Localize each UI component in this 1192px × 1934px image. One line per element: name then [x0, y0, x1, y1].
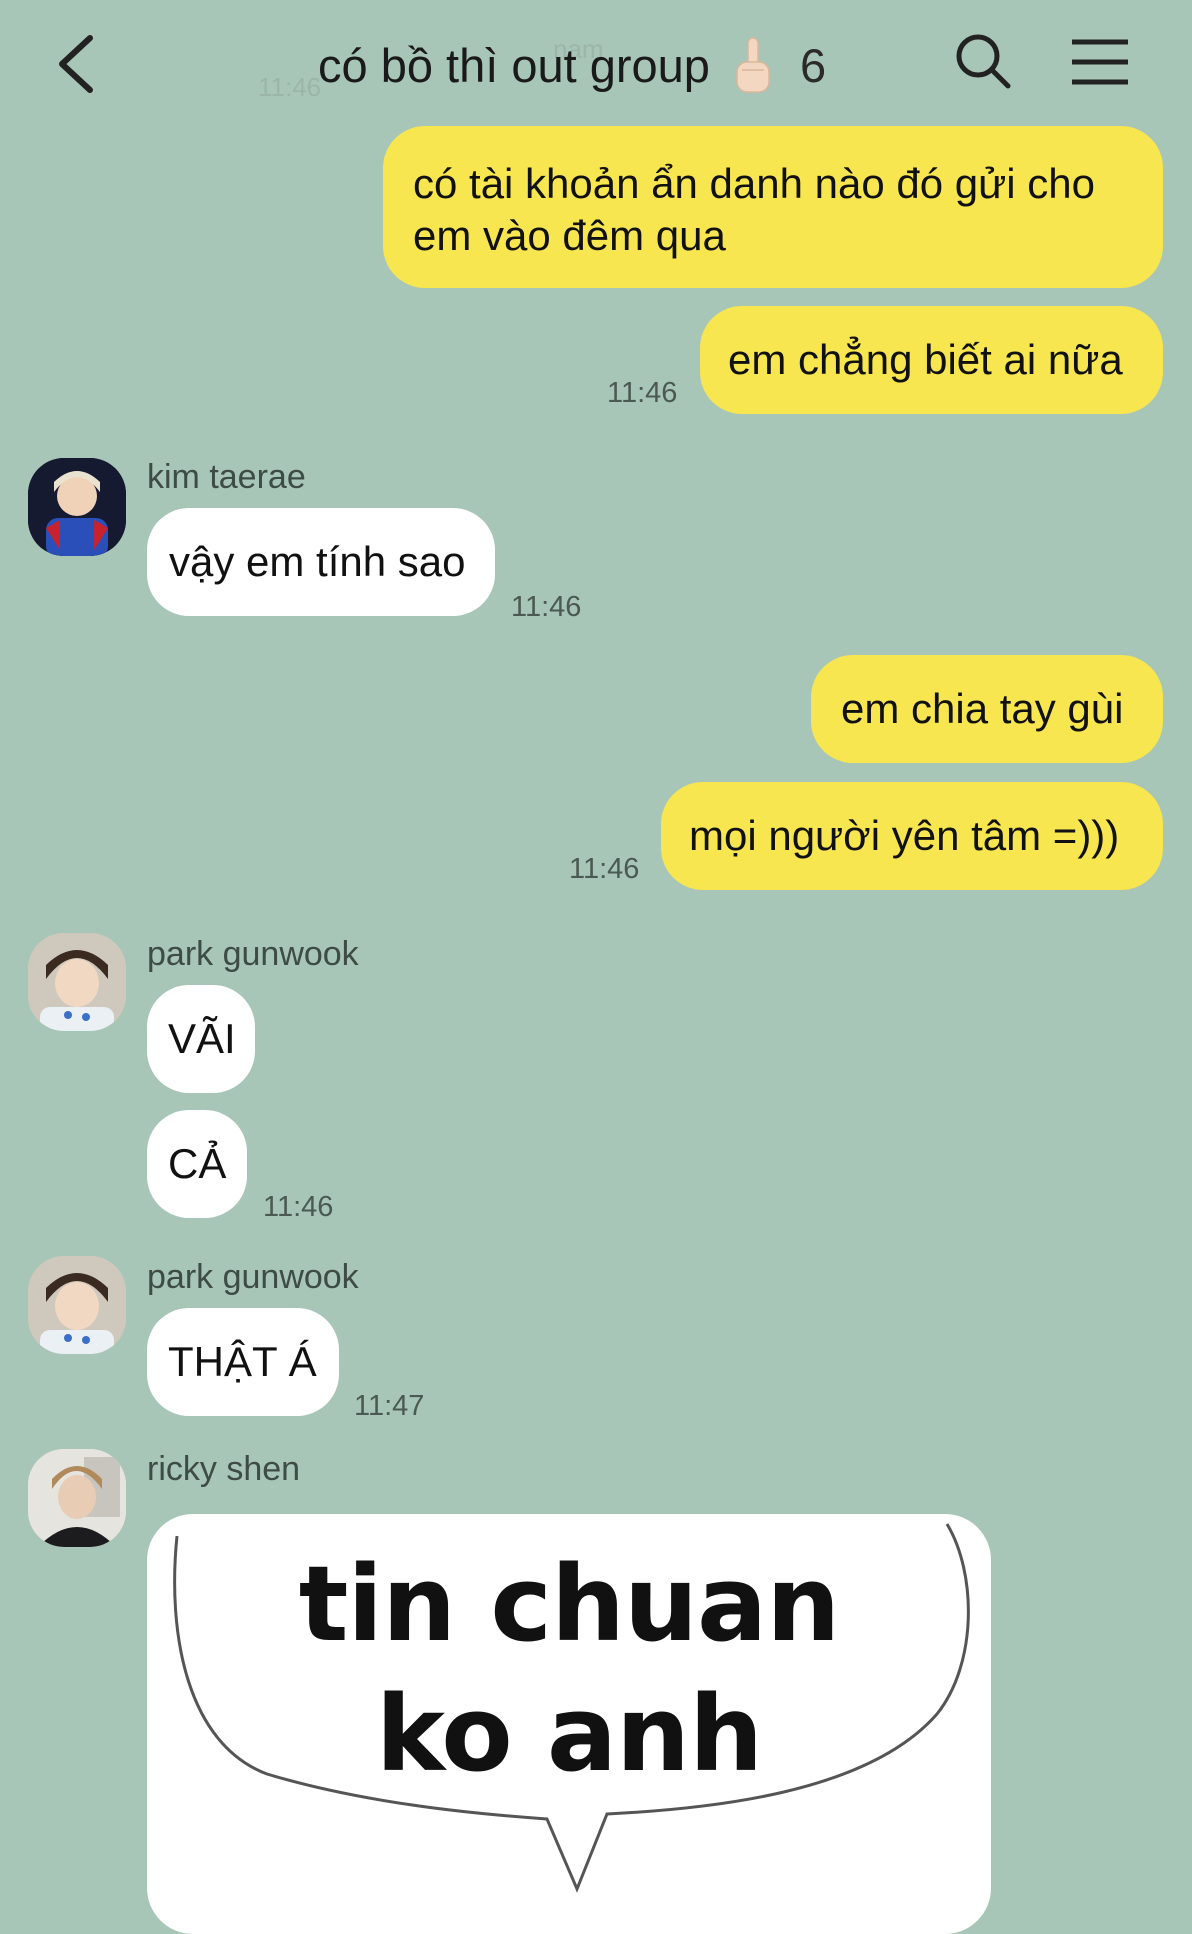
- sender-name: park gunwook: [147, 1258, 359, 1296]
- my-message-bubble[interactable]: em chẳng biết ai nữa: [700, 306, 1163, 414]
- their-message-bubble[interactable]: CẢ: [147, 1110, 247, 1218]
- sender-name: ricky shen: [147, 1450, 301, 1488]
- message-timestamp: 11:46: [607, 377, 678, 409]
- my-message-bubble[interactable]: em chia tay gùi: [811, 655, 1163, 763]
- sticker-speech-bubble[interactable]: tin chuan ko anh: [147, 1514, 991, 1934]
- sticker-text-line1: tin chuan: [298, 1543, 841, 1665]
- avatar-park-gunwook[interactable]: [28, 933, 126, 1031]
- group-name: có bồ thì out group: [318, 39, 710, 92]
- sender-name: park gunwook: [147, 935, 359, 973]
- their-message-bubble[interactable]: THẬT Á: [147, 1308, 339, 1416]
- their-message-bubble[interactable]: VÃI: [147, 985, 255, 1093]
- menu-icon[interactable]: [1070, 38, 1130, 86]
- avatar-park-gunwook[interactable]: [28, 1256, 126, 1354]
- avatar-ricky-shen[interactable]: [28, 1449, 126, 1547]
- my-message-bubble[interactable]: mọi người yên tâm =))): [661, 782, 1163, 890]
- middle-finger-emoji: [736, 37, 770, 93]
- search-icon[interactable]: [954, 32, 1012, 90]
- sticker-text-line2: ko anh: [375, 1673, 763, 1795]
- member-count: 6: [799, 39, 827, 92]
- message-timestamp: 11:46: [263, 1191, 334, 1223]
- my-message-bubble[interactable]: có tài khoản ẩn danh nào đó gửi cho em v…: [383, 126, 1163, 288]
- faded-timestamp: 11:46: [258, 72, 322, 102]
- chat-title[interactable]: có bồ thì out group 6: [318, 34, 826, 98]
- message-timestamp: 11:47: [354, 1390, 425, 1422]
- message-timestamp: 11:46: [511, 591, 582, 623]
- back-arrow-icon[interactable]: [52, 32, 102, 96]
- message-timestamp: 11:46: [569, 853, 640, 885]
- sender-name: kim taerae: [147, 458, 306, 496]
- their-message-bubble[interactable]: vậy em tính sao: [147, 508, 495, 616]
- avatar-kim-taerae[interactable]: [28, 458, 126, 556]
